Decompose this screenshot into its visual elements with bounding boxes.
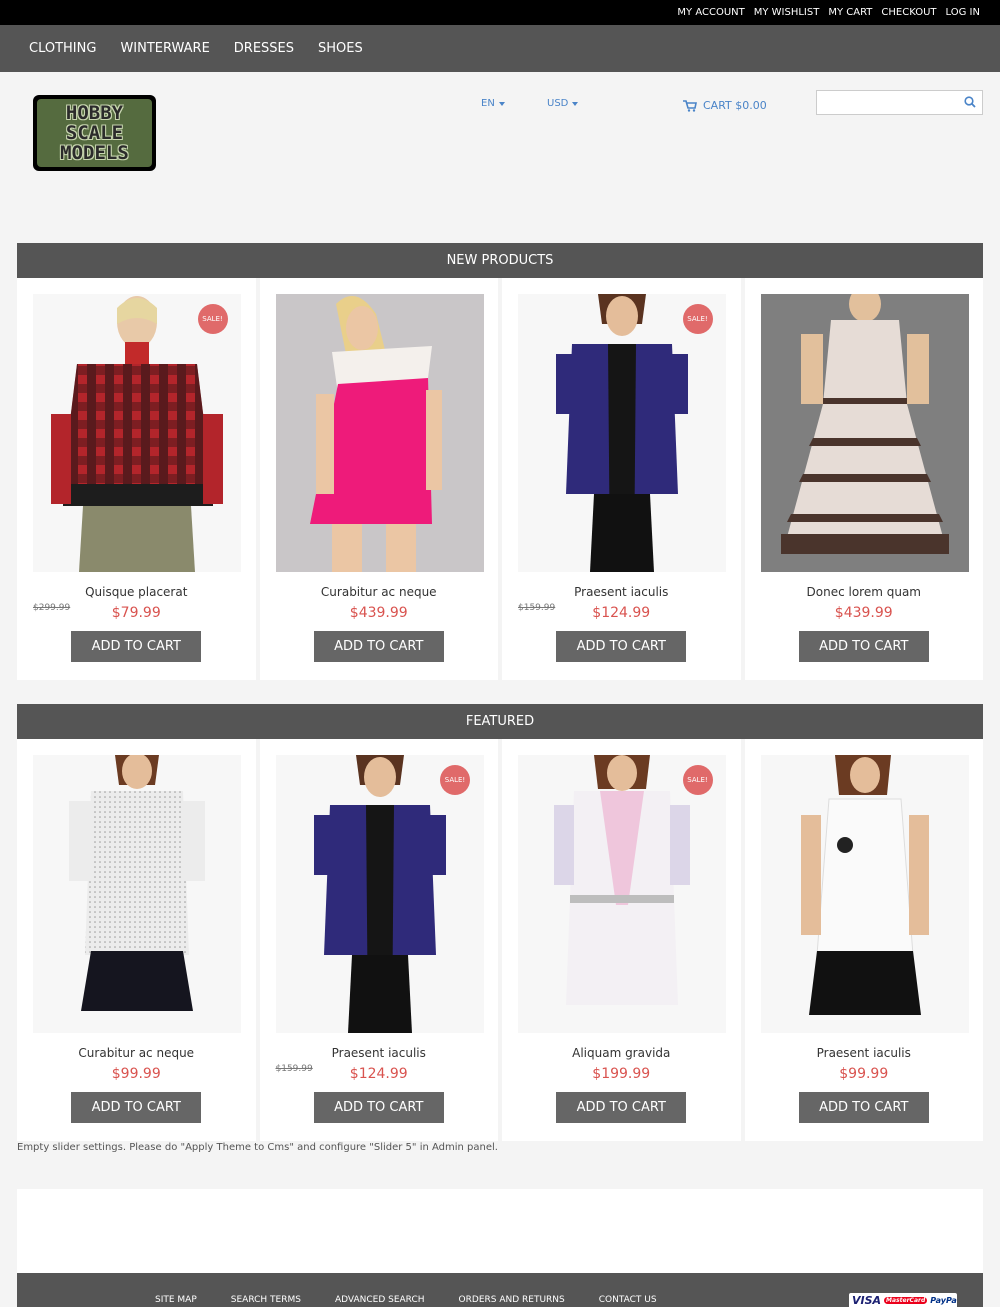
- cart-icon: [683, 99, 697, 112]
- chevron-down-icon: [572, 101, 579, 106]
- product-name[interactable]: Praesent iaculis: [502, 585, 741, 599]
- add-to-cart-button[interactable]: ADD TO CART: [798, 1092, 929, 1123]
- logo-line-1: HOBBY: [65, 102, 124, 124]
- main-nav: CLOTHING WINTERWARE DRESSES SHOES: [0, 25, 1000, 72]
- currency-value: USD: [547, 98, 569, 109]
- my-account-link[interactable]: MY ACCOUNT: [677, 7, 744, 18]
- slider-settings-note: Empty slider settings. Please do "Apply …: [17, 1142, 498, 1153]
- product-price: $124.99: [592, 605, 651, 621]
- log-in-link[interactable]: LOG IN: [946, 7, 980, 18]
- language-switcher[interactable]: EN: [481, 98, 505, 109]
- add-to-cart-button[interactable]: ADD TO CART: [71, 1092, 202, 1123]
- footer: SITE MAP SEARCH TERMS ADVANCED SEARCH OR…: [17, 1273, 983, 1307]
- product-name[interactable]: Praesent iaculis: [260, 1046, 499, 1060]
- nav-item-winterware[interactable]: WINTERWARE: [120, 41, 209, 56]
- product-price: $79.99: [111, 605, 161, 621]
- product-image[interactable]: [33, 294, 241, 572]
- product-name[interactable]: Curabitur ac neque: [17, 1046, 256, 1060]
- store-logo[interactable]: HOBBY SCALE MODELS: [33, 95, 156, 171]
- product-card[interactable]: Praesent iaculis $99.99 ADD TO CART: [744, 739, 984, 1141]
- product-name[interactable]: Curabitur ac neque: [260, 585, 499, 599]
- checkout-link[interactable]: CHECKOUT: [881, 7, 936, 18]
- product-name[interactable]: Aliquam gravida: [502, 1046, 741, 1060]
- paypal-logo: PayPal: [930, 1295, 957, 1305]
- footer-link-orders-and-returns[interactable]: ORDERS AND RETURNS: [459, 1295, 565, 1305]
- add-to-cart-button[interactable]: ADD TO CART: [71, 631, 202, 662]
- empty-slider-area: [17, 1189, 983, 1273]
- product-card[interactable]: Curabitur ac neque $439.99 ADD TO CART: [259, 278, 499, 680]
- product-image[interactable]: [760, 294, 969, 572]
- section-title-new-products: NEW PRODUCTS: [17, 243, 983, 278]
- logo-mark: HOBBY SCALE MODELS: [37, 99, 152, 167]
- product-card[interactable]: Donec lorem quam $439.99 ADD TO CART: [744, 278, 984, 680]
- logo-line-3: MODELS: [60, 142, 129, 164]
- add-to-cart-button[interactable]: ADD TO CART: [798, 631, 929, 662]
- my-wishlist-link[interactable]: MY WISHLIST: [754, 7, 820, 18]
- cart-label: CART $0.00: [703, 99, 767, 112]
- product-price: $439.99: [834, 605, 893, 621]
- add-to-cart-button[interactable]: ADD TO CART: [556, 631, 687, 662]
- product-price: $99.99: [111, 1066, 161, 1082]
- payment-logos: VISA MasterCard PayPal: [849, 1293, 957, 1307]
- sale-badge: SALE!: [440, 765, 470, 795]
- nav-item-clothing[interactable]: CLOTHING: [29, 41, 96, 56]
- section-title-featured: FEATURED: [17, 704, 983, 739]
- sale-badge: SALE!: [197, 304, 228, 334]
- footer-link-advanced-search[interactable]: ADVANCED SEARCH: [335, 1295, 425, 1305]
- language-value: EN: [481, 98, 495, 109]
- footer-link-search-terms[interactable]: SEARCH TERMS: [231, 1295, 301, 1305]
- sale-badge: SALE!: [682, 765, 713, 795]
- product-image[interactable]: [275, 755, 484, 1033]
- product-price: $439.99: [349, 605, 408, 621]
- nav-item-shoes[interactable]: SHOES: [318, 41, 363, 56]
- product-image[interactable]: [275, 294, 484, 572]
- sale-badge: SALE!: [682, 304, 713, 334]
- currency-switcher[interactable]: USD: [547, 98, 579, 109]
- product-card[interactable]: Curabitur ac neque $99.99 ADD TO CART: [17, 739, 256, 1141]
- add-to-cart-button[interactable]: ADD TO CART: [313, 631, 444, 662]
- new-products-grid: SALE! Quisque placerat $299.99 $79.99 AD…: [17, 278, 983, 680]
- product-name[interactable]: Praesent iaculis: [745, 1046, 984, 1060]
- logo-line-2: SCALE: [65, 122, 124, 144]
- top-links-bar: MY ACCOUNT MY WISHLIST MY CART CHECKOUT …: [0, 0, 1000, 25]
- chevron-down-icon: [498, 101, 505, 106]
- search-input[interactable]: [817, 91, 957, 114]
- visa-logo: VISA: [852, 1293, 882, 1307]
- product-image[interactable]: [518, 294, 726, 572]
- add-to-cart-button[interactable]: ADD TO CART: [313, 1092, 444, 1123]
- search-box: [816, 90, 983, 115]
- nav-item-dresses[interactable]: DRESSES: [234, 41, 294, 56]
- product-card[interactable]: SALE! Praesent iaculis $159.99 $124.99 A…: [502, 278, 741, 680]
- featured-grid: Curabitur ac neque $99.99 ADD TO CART SA…: [17, 739, 983, 1141]
- product-image[interactable]: [518, 755, 726, 1033]
- product-price: $199.99: [592, 1066, 651, 1082]
- mastercard-logo: MasterCard: [884, 1296, 928, 1304]
- product-price: $99.99: [839, 1066, 889, 1082]
- header-cart[interactable]: CART $0.00: [683, 99, 767, 112]
- footer-link-contact-us[interactable]: CONTACT US: [599, 1295, 657, 1305]
- product-card[interactable]: SALE! Aliquam gravida $199.99 ADD TO CAR…: [502, 739, 741, 1141]
- add-to-cart-button[interactable]: ADD TO CART: [556, 1092, 687, 1123]
- product-image[interactable]: [33, 755, 241, 1033]
- product-price: $124.99: [349, 1066, 408, 1082]
- product-name[interactable]: Donec lorem quam: [745, 585, 984, 599]
- product-card[interactable]: SALE! Praesent iaculis $159.99 $124.99 A…: [259, 739, 499, 1141]
- product-image[interactable]: [760, 755, 969, 1033]
- product-card[interactable]: SALE! Quisque placerat $299.99 $79.99 AD…: [17, 278, 256, 680]
- product-name[interactable]: Quisque placerat: [17, 585, 256, 599]
- search-icon[interactable]: [964, 96, 976, 108]
- my-cart-link[interactable]: MY CART: [828, 7, 872, 18]
- footer-link-site-map[interactable]: SITE MAP: [155, 1295, 197, 1305]
